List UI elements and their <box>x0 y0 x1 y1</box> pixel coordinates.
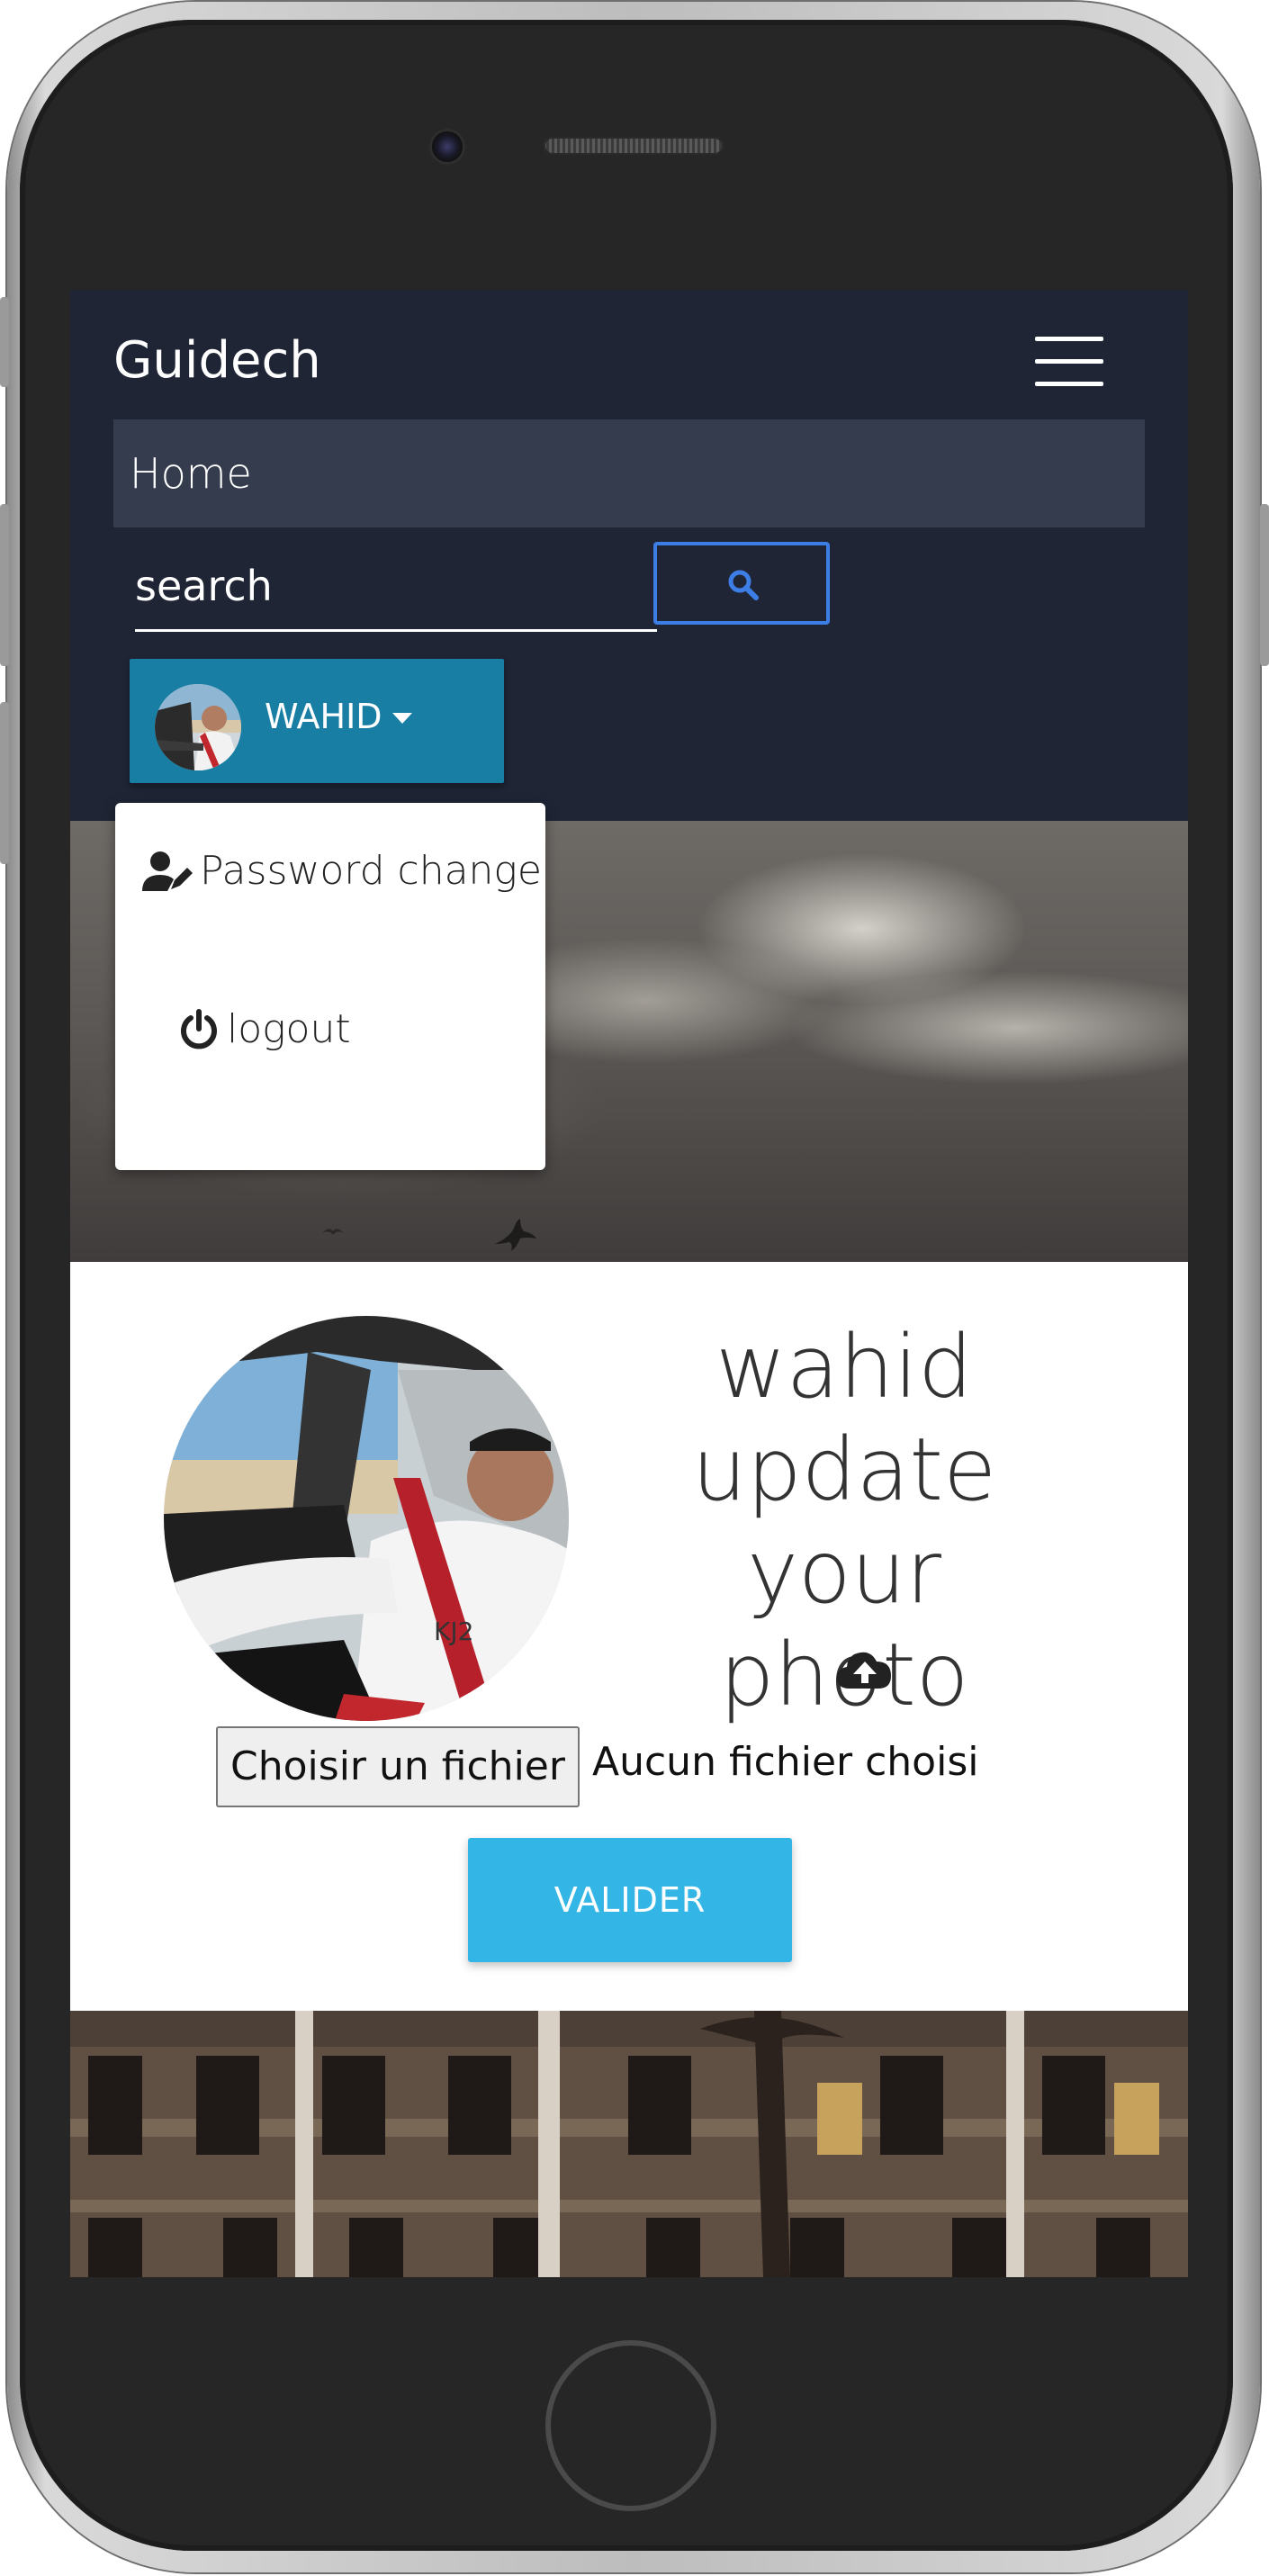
earpiece-speaker <box>544 137 724 155</box>
search-input[interactable] <box>135 542 657 632</box>
menu-item-label: logout <box>227 1006 351 1052</box>
chevron-down-icon <box>392 713 412 724</box>
choose-file-button[interactable]: Choisir un fichier <box>216 1726 580 1807</box>
bird-silhouette-2 <box>322 1229 344 1235</box>
search-icon <box>728 570 759 600</box>
user-dropdown-menu: Password change logout <box>115 803 545 1170</box>
svg-text:KJ2: KJ2 <box>434 1617 473 1646</box>
building-image <box>70 2011 1188 2277</box>
hamburger-menu-icon[interactable] <box>1035 337 1103 387</box>
user-dropdown-button[interactable]: WAHID <box>130 659 504 783</box>
profile-section: KJ2 wahid update your photo Choisir un f… <box>70 1262 1188 2011</box>
submit-button[interactable]: VALIDER <box>468 1838 792 1962</box>
menu-item-logout[interactable]: logout <box>178 1006 351 1052</box>
file-status-text: Aucun fichier choisi <box>592 1739 979 1785</box>
power-button <box>1260 504 1269 666</box>
search-button[interactable] <box>653 542 830 625</box>
profile-photo: KJ2 <box>164 1316 569 1721</box>
volume-up-button <box>0 504 9 666</box>
power-icon <box>181 1008 217 1049</box>
bird-silhouette <box>495 1219 536 1251</box>
avatar <box>155 684 241 770</box>
brand-logo[interactable]: Guidech <box>113 331 321 390</box>
volume-down-button <box>0 702 9 864</box>
user-name: WAHID <box>265 697 382 736</box>
home-button[interactable] <box>545 2340 716 2511</box>
nav-item-home[interactable]: Home <box>113 419 1145 527</box>
mute-switch <box>0 297 9 387</box>
user-edit-icon <box>142 851 193 891</box>
menu-item-password-change[interactable]: Password change <box>142 848 542 894</box>
navbar: Guidech Home search WAHID <box>70 290 1188 821</box>
screen: Guidech Home search WAHID Password chang… <box>70 290 1188 2277</box>
cloud-upload-icon <box>837 1652 891 1689</box>
menu-item-label: Password change <box>200 848 542 894</box>
front-camera <box>432 131 463 162</box>
